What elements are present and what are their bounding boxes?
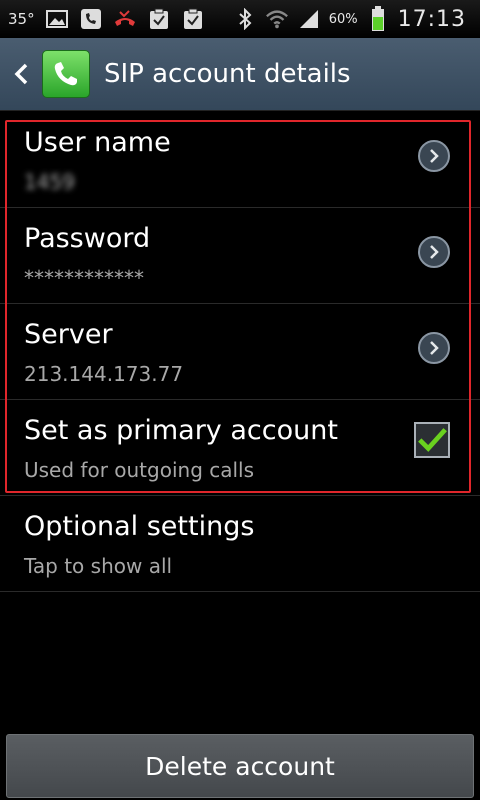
status-bar: 35° 60% 17:13 [0, 0, 480, 38]
sip-phone-icon [79, 7, 103, 31]
clipboard-check-icon [181, 7, 205, 31]
setting-row-primary-account[interactable]: Set as primary account Used for outgoing… [0, 400, 480, 496]
battery-percent-text: 60% [328, 11, 358, 27]
setting-row-server[interactable]: Server 213.144.173.77 [0, 304, 480, 400]
bluetooth-icon [233, 7, 257, 31]
photo-icon [45, 7, 69, 31]
setting-value: Used for outgoing calls [24, 458, 255, 482]
wifi-icon [265, 7, 289, 31]
chevron-right-icon[interactable] [418, 332, 450, 364]
missed-call-icon [113, 7, 137, 31]
setting-value: Tap to show all [24, 554, 173, 578]
chevron-right-icon[interactable] [418, 236, 450, 268]
signal-icon [297, 7, 321, 31]
action-bar: SIP account details [0, 38, 480, 111]
setting-label: Password [24, 223, 151, 254]
setting-row-optional-settings[interactable]: Optional settings Tap to show all [0, 496, 480, 592]
primary-account-checkbox[interactable] [414, 422, 450, 458]
temperature-text: 35° [8, 10, 35, 28]
setting-value: 1459 [24, 170, 75, 194]
setting-row-user-name[interactable]: User name 1459 [0, 112, 480, 208]
setting-label: User name [24, 127, 171, 158]
back-button[interactable] [4, 38, 38, 110]
setting-value: ************ [24, 266, 144, 290]
clock-text: 17:13 [397, 6, 466, 32]
phone-app-icon [42, 50, 90, 98]
battery-icon [366, 6, 390, 31]
chevron-left-icon [14, 63, 28, 85]
setting-label: Server [24, 319, 113, 350]
chevron-right-icon[interactable] [418, 140, 450, 172]
settings-list: User name 1459 Password ************ Ser… [0, 112, 480, 592]
page-title: SIP account details [104, 59, 351, 89]
setting-row-password[interactable]: Password ************ [0, 208, 480, 304]
delete-account-button[interactable]: Delete account [6, 734, 474, 798]
setting-value: 213.144.173.77 [24, 362, 184, 386]
checkmark-icon [418, 428, 447, 452]
setting-label: Set as primary account [24, 415, 338, 446]
clipboard-check-icon [147, 7, 171, 31]
setting-label: Optional settings [24, 511, 255, 542]
